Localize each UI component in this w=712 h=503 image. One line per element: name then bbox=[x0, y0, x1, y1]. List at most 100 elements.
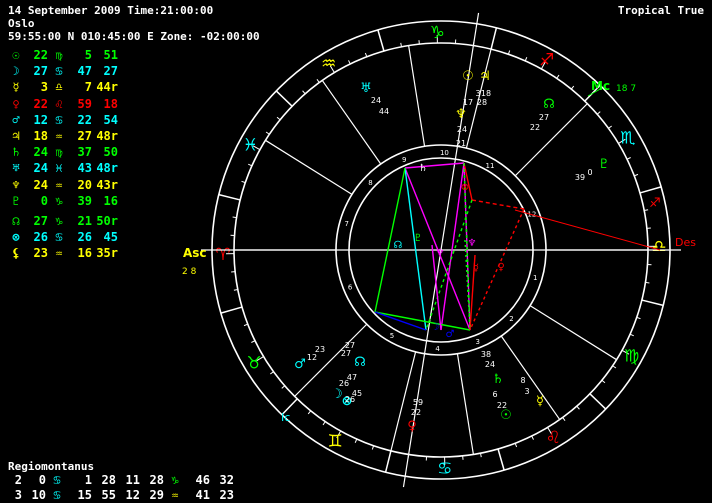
planet-degree-label: 12 bbox=[307, 353, 317, 362]
degree-tick bbox=[570, 85, 575, 90]
planet-degree-label: 45 bbox=[352, 389, 362, 398]
zodiac-sign-icon: ♑ bbox=[430, 23, 445, 43]
sign-divider bbox=[377, 29, 385, 52]
degree-tick bbox=[634, 173, 639, 177]
planet-degree-label: 38 bbox=[481, 350, 491, 359]
degree-tick bbox=[524, 57, 528, 62]
aspect-line bbox=[471, 199, 525, 210]
house-number: 8 bbox=[368, 179, 372, 187]
planet-degree-label: 59 bbox=[413, 398, 423, 407]
degree-tick bbox=[316, 79, 320, 83]
planet-icon: ♃ bbox=[479, 69, 491, 84]
planet-icon: ☊ bbox=[354, 355, 366, 370]
degree-tick bbox=[626, 157, 631, 160]
degree-tick bbox=[241, 180, 246, 184]
zodiac-sign-icon: ♉ bbox=[247, 353, 262, 373]
aspect-point-icon: ♂ bbox=[446, 329, 455, 340]
degree-tick bbox=[629, 333, 634, 337]
house-number: 11 bbox=[486, 162, 495, 170]
degree-tick bbox=[364, 52, 368, 57]
zodiac-sign-icon: ♎ bbox=[651, 237, 666, 257]
mc-label: Mc bbox=[591, 79, 610, 93]
aspect-point-icon: ♇ bbox=[414, 233, 423, 244]
house-number: 9 bbox=[402, 156, 406, 164]
zodiac-sign-icon: ♐ bbox=[539, 50, 554, 70]
sign-divider bbox=[589, 393, 607, 410]
aspect-point-icon: ☿ bbox=[473, 263, 479, 274]
aspect-line bbox=[374, 311, 471, 331]
planet-degree-label: 27 bbox=[539, 113, 549, 122]
zodiac-sign-icon: ♊ bbox=[328, 432, 343, 452]
degree-tick bbox=[608, 125, 612, 129]
zodiac-sign-icon: ♈ bbox=[215, 245, 230, 265]
sign-divider bbox=[490, 27, 498, 50]
chart-wheel[interactable]: ♈♉♊♋♌♍♎♏♐♑♒♓123456789101112♄⊗♇☊♆♆♀☿☽♂♅☉♃… bbox=[0, 0, 712, 503]
planet-degree-label: 24 bbox=[485, 360, 495, 369]
degree-tick bbox=[265, 131, 270, 135]
planet-degree-label: 39 bbox=[575, 173, 585, 182]
degree-tick bbox=[232, 216, 237, 219]
planet-degree-label: 24 bbox=[457, 125, 467, 134]
degree-tick bbox=[276, 116, 281, 121]
planet-icon: ☊ bbox=[543, 97, 555, 112]
aspect-point-icon: ♀ bbox=[497, 262, 504, 273]
house-cusp-line bbox=[321, 80, 382, 165]
asc-value: 2 8 bbox=[182, 267, 197, 277]
degree-tick bbox=[531, 435, 534, 440]
degree-tick bbox=[556, 74, 560, 79]
sign-divider bbox=[275, 90, 293, 107]
planet-icon: ♀ bbox=[407, 419, 417, 434]
sign-divider bbox=[220, 306, 243, 314]
sign-divider bbox=[641, 299, 664, 307]
degree-tick bbox=[612, 365, 617, 369]
planet-degree-label: 18 bbox=[481, 89, 491, 98]
planet-icon: ♐ bbox=[649, 196, 661, 211]
degree-tick bbox=[636, 316, 641, 320]
planet-degree-label: 44 bbox=[379, 107, 389, 116]
planet-degree-label: 27 bbox=[341, 349, 351, 358]
house-number: 6 bbox=[348, 284, 353, 292]
planet-degree-label: 22 bbox=[497, 401, 507, 410]
degree-tick bbox=[645, 281, 650, 284]
degree-tick bbox=[514, 443, 518, 448]
planet-degree-label: 24 bbox=[371, 96, 381, 105]
planet-icon: ☿ bbox=[536, 394, 544, 409]
degree-tick bbox=[596, 111, 601, 115]
aspect-point-icon: ⊗ bbox=[461, 182, 469, 193]
planet-degree-label: 27 bbox=[345, 341, 355, 350]
aspect-point-icon: ♄ bbox=[419, 163, 428, 174]
aspect-point-icon: ☽ bbox=[431, 322, 440, 333]
planet-degree-label: 21 bbox=[456, 139, 466, 148]
house-cusp-line bbox=[529, 305, 617, 361]
sign-divider bbox=[218, 193, 241, 201]
aspect-line bbox=[404, 162, 465, 169]
degree-tick bbox=[270, 371, 274, 375]
planet-degree-label: 17 bbox=[463, 98, 473, 107]
house-number: 1 bbox=[533, 274, 537, 282]
house-number: 2 bbox=[509, 315, 513, 323]
planet-degree-label: 23 bbox=[315, 345, 325, 354]
house-number: 10 bbox=[440, 149, 449, 157]
degree-tick bbox=[348, 60, 351, 65]
degree-tick bbox=[302, 90, 306, 95]
degree-tick bbox=[371, 445, 375, 450]
degree-tick bbox=[507, 50, 511, 55]
aspect-point-icon: ☊ bbox=[394, 240, 403, 251]
des-pointer bbox=[514, 209, 661, 251]
house-cusp-line bbox=[265, 139, 353, 195]
house-number: 3 bbox=[475, 338, 479, 346]
aspect-line bbox=[425, 199, 473, 331]
degree-tick bbox=[322, 421, 326, 426]
asc-label: Asc bbox=[183, 246, 207, 260]
aspect-point-icon: ♆ bbox=[468, 238, 477, 249]
planet-degree-label: 28 bbox=[477, 98, 487, 107]
planet-icon: ☉ bbox=[462, 69, 474, 84]
degree-tick bbox=[281, 385, 286, 389]
planet-degree-label: 0 bbox=[587, 168, 592, 177]
planet-icon: ♄ bbox=[492, 372, 504, 387]
planet-degree-label: 8 bbox=[520, 376, 525, 385]
house-cusp-line bbox=[408, 45, 426, 147]
degree-tick bbox=[307, 410, 312, 415]
planet-icon: ♆ bbox=[455, 107, 467, 122]
zodiac-sign-icon: ♍ bbox=[624, 347, 639, 367]
